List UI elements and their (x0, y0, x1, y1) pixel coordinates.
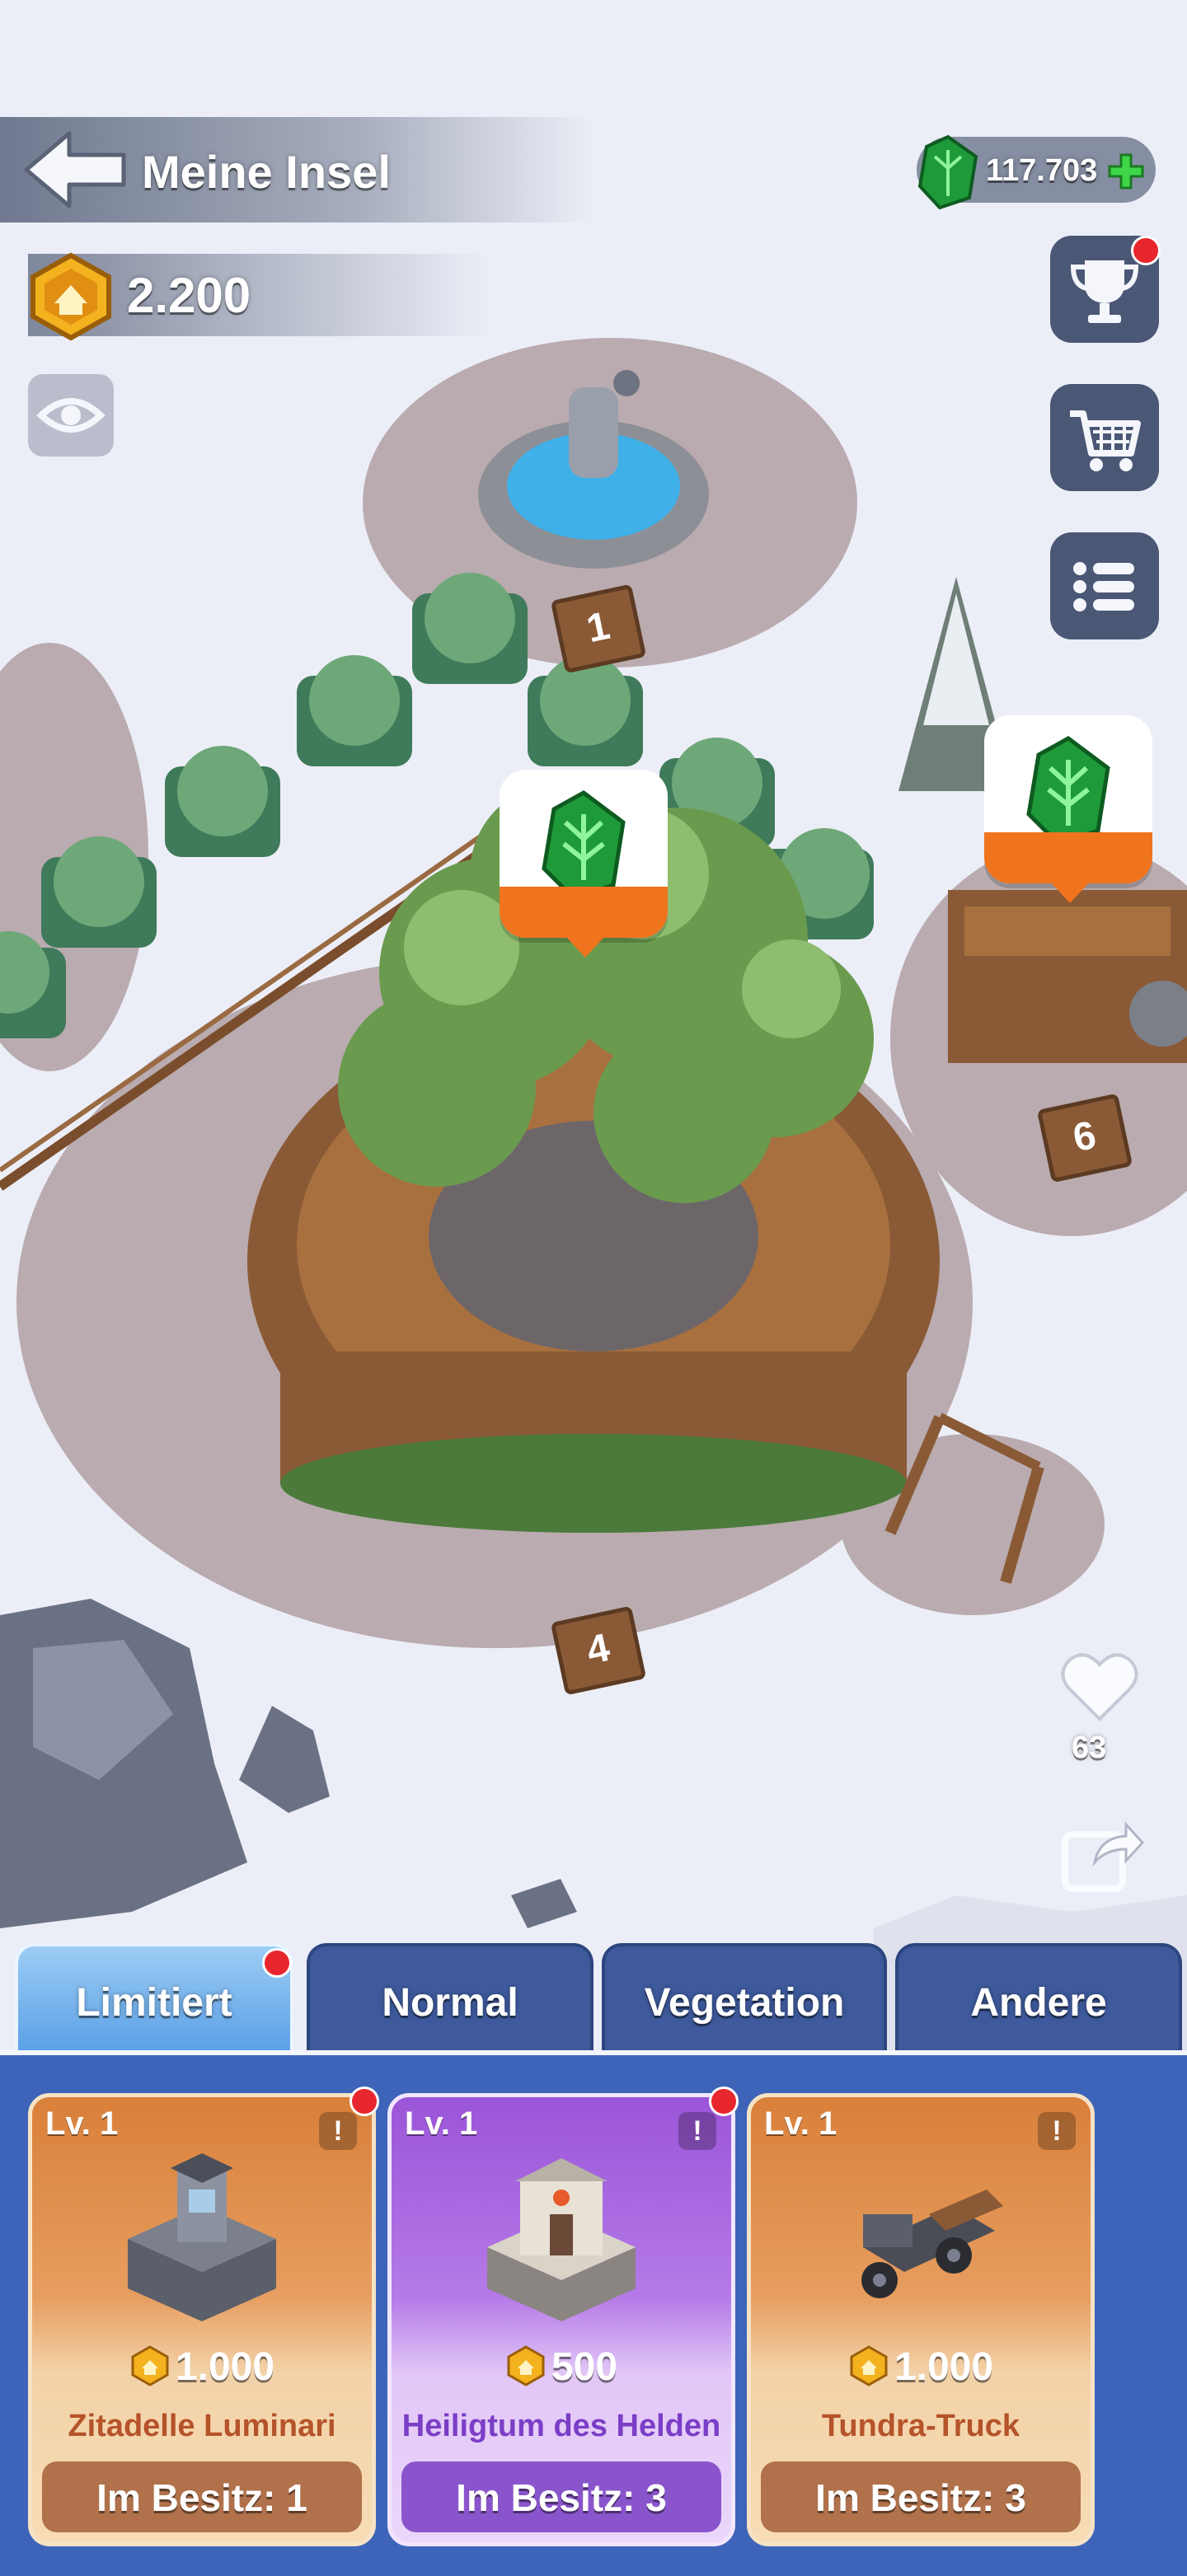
notification-dot (709, 2087, 739, 2116)
info-icon[interactable]: ! (678, 2112, 716, 2150)
notification-dot (262, 1948, 292, 1978)
building-name: Heiligtum des Helden (401, 2409, 721, 2443)
sanctuary-building-image (487, 2158, 636, 2321)
coin-balance: 2.200 (127, 268, 251, 323)
truck-vehicle-image (861, 2190, 1003, 2298)
tab-vegetation[interactable]: Vegetation (602, 1943, 887, 2054)
gem-balance: 117.703 (986, 153, 1098, 188)
menu-list-button[interactable] (1050, 532, 1159, 639)
level-label: Lv. 1 (45, 2105, 119, 2142)
price-value: 1.000 (175, 2345, 275, 2389)
gem-icon (542, 790, 626, 901)
heart-icon[interactable] (1058, 1648, 1141, 1726)
owned-count: Im Besitz: 3 (761, 2461, 1081, 2532)
building-card-zitadelle-luminari[interactable]: Lv. 1 ! 1.000 Zitadelle Luminari Im Besi… (28, 2093, 376, 2546)
tab-limitiert[interactable]: Limitiert (15, 1943, 293, 2054)
price-label: 1.000 (751, 2344, 1091, 2390)
like-count: 63 (1072, 1731, 1107, 1765)
tab-andere[interactable]: Andere (895, 1943, 1182, 2054)
info-icon[interactable]: ! (1038, 2112, 1076, 2150)
share-icon[interactable] (1057, 1813, 1147, 1895)
gem-harvest-bubble[interactable] (984, 715, 1152, 883)
add-gems-icon[interactable] (1106, 152, 1146, 191)
eye-icon (36, 398, 106, 433)
gem-icon (917, 134, 978, 209)
cart-icon (1070, 410, 1141, 471)
coin-icon (507, 2345, 545, 2386)
owned-count: Im Besitz: 1 (42, 2461, 362, 2532)
gem-icon (1026, 736, 1110, 846)
bubble-pointer (1050, 882, 1090, 903)
level-label: Lv. 1 (405, 2105, 478, 2142)
back-arrow-icon[interactable] (21, 129, 129, 211)
building-name: Zitadelle Luminari (68, 2409, 336, 2443)
citadel-building-image (128, 2153, 276, 2321)
notification-dot (1131, 236, 1161, 265)
bubble-pointer (565, 936, 605, 958)
shop-button[interactable] (1050, 384, 1159, 491)
tab-normal[interactable]: Normal (307, 1943, 594, 2054)
price-label: 500 (392, 2344, 731, 2390)
visibility-toggle-button[interactable] (28, 374, 114, 457)
owned-count: Im Besitz: 3 (401, 2461, 721, 2532)
price-value: 500 (551, 2345, 618, 2389)
building-card-heiligtum-des-helden[interactable]: Lv. 1 ! 500 Heiligtum des Helden Im Besi… (387, 2093, 735, 2546)
building-card-tundra-truck[interactable]: Lv. 1 ! 1.000 Tundra-Truck Im Besitz: 3 (747, 2093, 1095, 2546)
coin-icon (30, 252, 111, 341)
info-icon[interactable]: ! (319, 2112, 357, 2150)
level-label: Lv. 1 (764, 2105, 837, 2142)
page-title: Meine Insel (142, 146, 391, 198)
building-name: Tundra-Truck (822, 2409, 1020, 2443)
coin-icon (131, 2345, 169, 2386)
gem-harvest-bubble[interactable] (500, 770, 668, 938)
notification-dot (350, 2087, 379, 2116)
list-icon (1073, 562, 1134, 611)
price-value: 1.000 (894, 2345, 994, 2389)
price-label: 1.000 (32, 2344, 372, 2390)
coin-icon (850, 2345, 888, 2386)
